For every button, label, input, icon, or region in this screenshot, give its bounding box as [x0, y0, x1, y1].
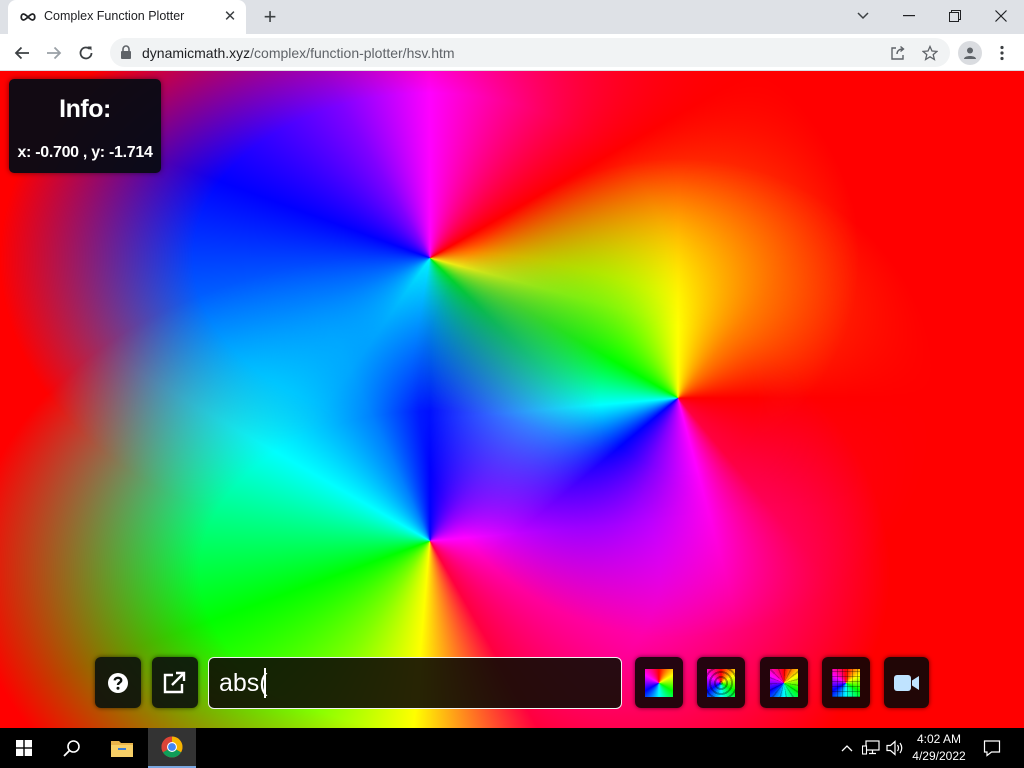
record-video-button[interactable]: [884, 657, 929, 708]
info-title: Info:: [59, 95, 111, 123]
tab-search-chevron-icon[interactable]: [848, 4, 878, 28]
help-button[interactable]: [95, 657, 141, 708]
colormap-button-4[interactable]: [822, 657, 870, 708]
profile-avatar-icon[interactable]: [958, 41, 982, 65]
clock-date: 4/29/2022: [912, 749, 966, 763]
taskbar-file-explorer[interactable]: [98, 728, 146, 768]
question-circle-icon: [108, 672, 128, 693]
search-icon: [63, 740, 80, 757]
info-panel: Info: x: -0.700 , y: -1.714: [9, 79, 161, 173]
minimize-button[interactable]: [894, 4, 924, 28]
file-explorer-icon: [111, 741, 133, 757]
notification-icon[interactable]: [982, 738, 1002, 758]
network-icon[interactable]: [861, 738, 881, 758]
back-button[interactable]: [10, 41, 34, 65]
cursor-coordinates: x: -0.700 , y: -1.714: [17, 144, 153, 161]
function-input[interactable]: [208, 657, 622, 709]
bookmark-star-icon[interactable]: [920, 43, 940, 63]
chrome-icon: [161, 736, 183, 758]
volume-icon[interactable]: [885, 738, 905, 758]
kebab-menu-icon[interactable]: [994, 41, 1010, 65]
text-caret: [264, 668, 266, 698]
colormap-swatch-icon: [707, 668, 735, 697]
colormap-button-3[interactable]: [760, 657, 808, 708]
clock-time: 4:02 AM: [916, 732, 962, 746]
browser-toolbar: dynamicmath.xyz/complex/function-plotter…: [0, 34, 1024, 71]
chevron-up-icon[interactable]: [837, 738, 857, 758]
lock-icon: [121, 45, 131, 59]
restore-button[interactable]: [940, 4, 970, 28]
open-external-button[interactable]: [152, 657, 198, 708]
reload-button[interactable]: [74, 41, 98, 65]
external-link-icon: [163, 671, 186, 693]
share-icon[interactable]: [888, 43, 908, 63]
close-window-button[interactable]: [986, 4, 1016, 28]
colormap-swatch-icon: [832, 668, 860, 697]
new-tab-button[interactable]: +: [258, 6, 282, 28]
tab-strip: Complex Function Plotter ✕ +: [0, 0, 1024, 34]
colormap-swatch-icon: [645, 668, 673, 697]
windows-start-button[interactable]: [0, 728, 48, 768]
windows-start-icon: [16, 740, 32, 756]
close-tab-icon[interactable]: ✕: [222, 9, 238, 25]
windows-taskbar: 4:02 AM 4/29/2022: [0, 728, 1024, 768]
system-clock[interactable]: 4:02 AM 4/29/2022: [904, 731, 974, 765]
forward-button[interactable]: [42, 41, 66, 65]
colormap-button-1[interactable]: [635, 657, 683, 708]
tab-title: Complex Function Plotter: [44, 9, 185, 23]
colormap-button-2[interactable]: [697, 657, 745, 708]
url-text[interactable]: dynamicmath.xyz/complex/function-plotter…: [142, 45, 455, 61]
colormap-swatch-icon: [770, 668, 798, 697]
taskbar-search-button[interactable]: [48, 728, 96, 768]
address-bar[interactable]: dynamicmath.xyz/complex/function-plotter…: [110, 38, 950, 67]
taskbar-chrome[interactable]: [148, 728, 196, 768]
browser-tab[interactable]: Complex Function Plotter ✕: [8, 0, 246, 34]
video-camera-icon: [893, 674, 919, 691]
infinity-icon: [20, 13, 36, 21]
